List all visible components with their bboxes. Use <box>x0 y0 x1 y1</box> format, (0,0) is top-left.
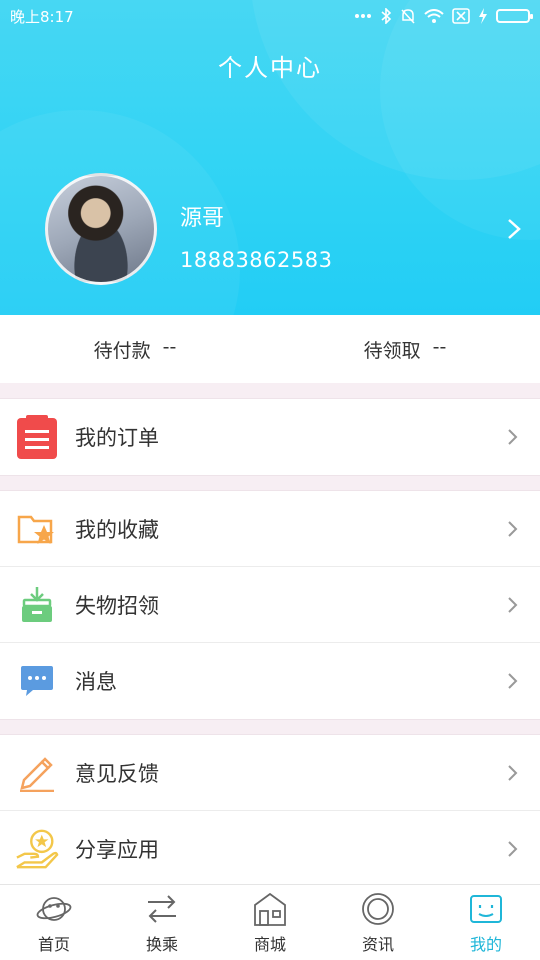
shop-icon <box>254 892 286 926</box>
pending-payment-value: -- <box>162 335 177 358</box>
avatar[interactable] <box>45 173 157 285</box>
chevron-right-icon <box>508 673 518 689</box>
tab-shop[interactable]: 商城 <box>216 885 324 960</box>
more-dots-icon <box>355 14 371 18</box>
message-bubble-icon <box>15 659 59 703</box>
menu-label-lost-found: 失物招领 <box>75 593 159 618</box>
chevron-right-icon <box>508 429 518 445</box>
menu-group-app: 意见反馈 分享应用 <box>0 734 540 888</box>
wifi-icon <box>424 9 444 23</box>
charging-icon <box>479 8 487 24</box>
pencil-icon <box>15 751 59 795</box>
menu-item-feedback[interactable]: 意见反馈 <box>0 735 540 811</box>
menu-label-orders: 我的订单 <box>75 426 159 450</box>
order-counts: 待付款 -- 待领取 -- <box>0 315 540 383</box>
chevron-right-icon <box>508 764 518 781</box>
pending-pickup-label: 待领取 <box>363 339 421 362</box>
profile-chevron-icon[interactable] <box>503 218 525 240</box>
bluetooth-icon <box>381 8 392 24</box>
tab-label-profile: 我的 <box>469 935 502 954</box>
chevron-right-icon <box>508 520 518 537</box>
menu-group-orders: 我的订单 <box>0 398 540 476</box>
news-icon <box>362 893 394 925</box>
menu-item-share[interactable]: 分享应用 <box>0 811 540 887</box>
planet-icon <box>36 897 72 921</box>
tab-label-home: 首页 <box>37 935 70 954</box>
bottom-tab-bar: 首页 换乘 商城 资讯 我的 <box>0 884 540 960</box>
menu-item-messages[interactable]: 消息 <box>0 643 540 719</box>
menu-item-orders[interactable]: 我的订单 <box>0 399 540 475</box>
menu-label-messages: 消息 <box>75 670 117 694</box>
pending-payment[interactable]: 待付款 -- <box>0 336 270 363</box>
favorite-folder-icon <box>15 507 59 551</box>
tab-profile[interactable]: 我的 <box>432 885 540 960</box>
tab-transfer[interactable]: 换乘 <box>108 885 216 960</box>
status-time: 晚上8:17 <box>10 7 74 26</box>
tab-label-news: 资讯 <box>361 935 394 954</box>
menu-item-favorites[interactable]: 我的收藏 <box>0 491 540 567</box>
share-hand-star-icon <box>15 827 59 871</box>
menu-label-share: 分享应用 <box>75 838 159 862</box>
user-phone[interactable]: 18883862583 <box>180 248 332 272</box>
menu-item-lost-found[interactable]: 失物招领 <box>0 567 540 643</box>
chevron-right-icon <box>508 841 518 857</box>
pending-pickup[interactable]: 待领取 -- <box>270 336 540 363</box>
profile-header: 晚上8:17 个人中心 源哥 18883862583 <box>0 0 540 315</box>
tab-home[interactable]: 首页 <box>0 885 108 960</box>
user-name[interactable]: 源哥 <box>180 200 224 232</box>
mute-bell-icon <box>401 9 415 24</box>
menu-label-feedback: 意见反馈 <box>75 761 159 786</box>
sim-icon <box>452 8 470 24</box>
status-icons <box>354 8 533 24</box>
tab-label-transfer: 换乘 <box>145 935 178 954</box>
battery-icon <box>496 9 533 23</box>
menu-label-favorites: 我的收藏 <box>75 517 159 542</box>
pending-payment-label: 待付款 <box>93 339 151 362</box>
tab-label-shop: 商城 <box>253 935 286 954</box>
order-list-icon <box>15 415 59 459</box>
page-title: 个人中心 <box>218 54 322 82</box>
status-bar: 晚上8:17 <box>0 0 540 32</box>
tab-news[interactable]: 资讯 <box>324 885 432 960</box>
chevron-right-icon <box>508 596 518 613</box>
pending-pickup-value: -- <box>432 335 447 358</box>
menu-group-personal: 我的收藏 失物招领 消息 <box>0 490 540 720</box>
profile-icon <box>470 895 502 923</box>
lost-found-box-icon <box>15 583 59 627</box>
header-decoration <box>380 0 540 240</box>
transfer-icon <box>148 895 176 923</box>
